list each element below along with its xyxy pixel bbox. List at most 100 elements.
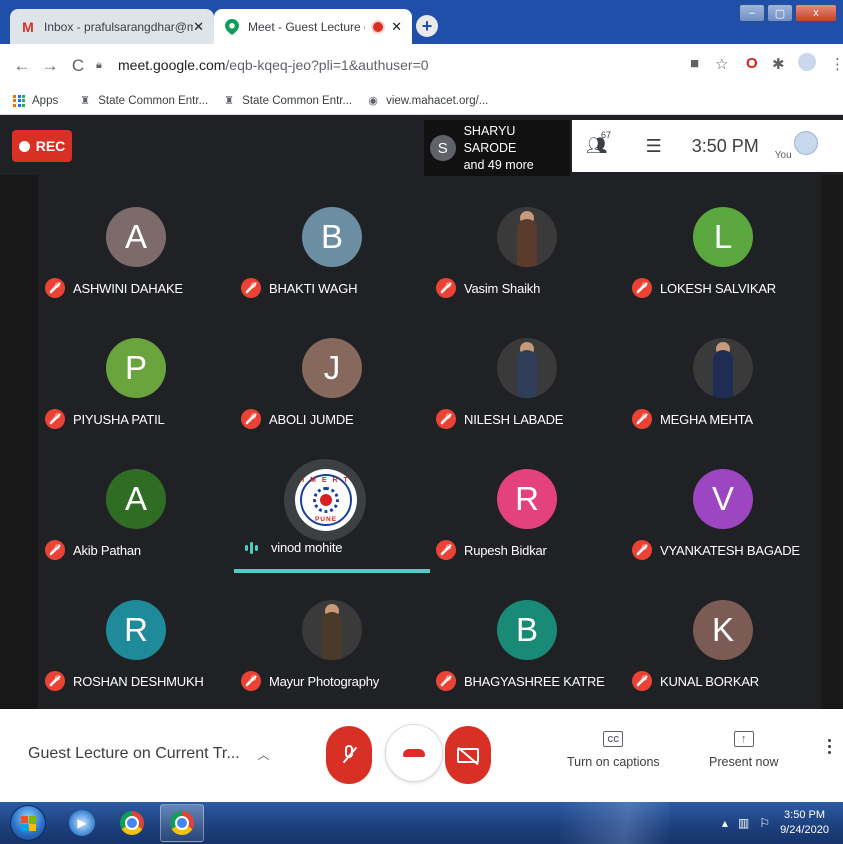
participant-tile[interactable]: P 🎤︎ PIYUSHA PATIL: [38, 311, 234, 442]
bookmarks-bar: Apps ♜ State Common Entr... ♜ State Comm…: [0, 87, 843, 115]
participant-tile[interactable]: A 🎤︎ ASHWINI DAHAKE: [38, 180, 234, 311]
windows-taskbar: ▶ ▴ ▥ ⚐ 3:50 PM 9/24/2020: [0, 802, 843, 844]
tab-gmail-inbox[interactable]: M Inbox - prafulsarangdhar@mmin ✕: [10, 9, 214, 44]
mic-muted-icon: 🎤︎: [632, 540, 652, 560]
meeting-details-button[interactable]: Guest Lecture on Current Tr... ︿: [28, 745, 270, 763]
avatar: L: [693, 207, 753, 267]
participant-name-row: 🎤︎ VYANKATESH BAGADE: [632, 540, 800, 560]
leave-call-button[interactable]: [385, 724, 443, 782]
participant-name-row: 🎤︎ Vasim Shaikh: [436, 278, 540, 298]
present-label: Present now: [709, 755, 779, 769]
network-icon[interactable]: ▥: [738, 816, 749, 830]
tab-close-icon[interactable]: ✕: [193, 19, 204, 35]
participant-name-row: 🎤︎ Rupesh Bidkar: [436, 540, 547, 560]
presenter-more: and 49 more: [463, 157, 534, 172]
participant-tile[interactable]: J 🎤︎ ABOLI JUMDE: [234, 311, 430, 442]
participant-name: NILESH LABADE: [464, 411, 564, 427]
participant-tile[interactable]: L 🎤︎ LOKESH SALVIKAR: [625, 180, 821, 311]
people-button[interactable]: 👥︎ 67: [586, 130, 611, 156]
tab-google-meet[interactable]: Meet - Guest Lecture on Cur ✕: [214, 9, 412, 44]
self-view[interactable]: You: [775, 131, 818, 161]
participant-count: 67: [601, 130, 612, 140]
participant-tile[interactable]: 🎤︎ Mayur Photography: [234, 573, 430, 704]
maximize-button[interactable]: ▢: [767, 4, 793, 22]
participant-tile[interactable]: I M E R T PUNE vinod mohite: [234, 442, 430, 573]
globe-icon: ◉: [368, 95, 378, 107]
bookmark-star-icon[interactable]: ☆: [715, 55, 728, 73]
captions-button[interactable]: CC Turn on captions: [567, 731, 660, 769]
reload-icon[interactable]: C: [64, 56, 92, 76]
participant-name-row: 🎤︎ ABOLI JUMDE: [241, 409, 354, 429]
address-bar[interactable]: 🔒︎ meet.google.com/eqb-kqeq-jeo?pli=1&au…: [96, 51, 736, 79]
more-options-icon[interactable]: [828, 739, 831, 754]
bookmark-state-common-entrance-2[interactable]: ♜ State Common Entr...: [222, 94, 352, 108]
new-tab-button[interactable]: +: [416, 15, 438, 37]
avatar: B: [497, 600, 557, 660]
taskbar-media-player[interactable]: ▶: [60, 804, 104, 842]
taskbar-chrome-1[interactable]: [110, 804, 154, 842]
participant-name: BHAGYASHREE KATRE: [464, 673, 605, 689]
chat-button[interactable]: ☰: [646, 136, 662, 157]
bookmark-apps[interactable]: Apps: [12, 94, 58, 108]
chrome-icon: [170, 811, 194, 835]
bookmark-label: State Common Entr...: [242, 94, 353, 107]
mic-muted-icon: 🎤︎: [632, 409, 652, 429]
meet-icon: [224, 18, 240, 35]
avatar: K: [693, 600, 753, 660]
mic-toggle-button[interactable]: [326, 726, 372, 784]
participant-name: vinod mohite: [271, 540, 343, 555]
right-margin: [821, 175, 843, 709]
avatar: [693, 338, 753, 398]
url-host: meet.google.com: [118, 57, 226, 73]
bookmark-mahacet[interactable]: ◉ view.mahacet.org/...: [366, 94, 488, 108]
tab-title: Inbox - prafulsarangdhar@mmin: [44, 19, 194, 34]
bookmark-state-common-entrance-1[interactable]: ♜ State Common Entr...: [78, 94, 208, 108]
action-center-icon[interactable]: ⚐: [759, 816, 770, 830]
recording-badge: REC: [12, 130, 72, 162]
camera-in-use-icon[interactable]: ■: [690, 55, 699, 72]
url-path: /eqb-kqeq-jeo?pli=1&authuser=0: [225, 57, 429, 73]
taskbar-time: 3:50 PM: [784, 809, 826, 821]
meet-stage: REC S SHARYU SARODE and 49 more 👥︎ 67 ☰ 3…: [0, 115, 843, 709]
participant-tile[interactable]: 🎤︎ Vasim Shaikh: [429, 180, 625, 311]
lock-icon: 🔒︎: [96, 59, 102, 71]
minimize-button[interactable]: –: [739, 4, 765, 22]
camera-toggle-button[interactable]: [445, 726, 491, 784]
participant-tile[interactable]: K 🎤︎ KUNAL BORKAR: [625, 573, 821, 704]
participant-name: Akib Pathan: [73, 542, 141, 558]
emblem-icon: ♜: [80, 95, 91, 107]
start-button[interactable]: [10, 805, 46, 841]
taskbar-glass-reflection: [560, 802, 670, 844]
mic-muted-icon: 🎤︎: [632, 671, 652, 691]
avatar: B: [302, 207, 362, 267]
present-now-button[interactable]: ↑ Present now: [709, 731, 778, 769]
menu-kebab-icon[interactable]: ⋮: [830, 55, 843, 73]
show-hidden-icons[interactable]: ▴: [722, 816, 728, 830]
meeting-clock: 3:50 PM: [691, 135, 759, 156]
participant-tile[interactable]: 🎤︎ NILESH LABADE: [429, 311, 625, 442]
profile-avatar-icon[interactable]: [798, 53, 816, 71]
participant-tile[interactable]: R 🎤︎ Rupesh Bidkar: [429, 442, 625, 573]
tab-close-icon[interactable]: ✕: [391, 19, 402, 35]
participant-tile[interactable]: R 🎤︎ ROSHAN DESHMUKH: [38, 573, 234, 704]
participant-tile[interactable]: V 🎤︎ VYANKATESH BAGADE: [625, 442, 821, 573]
participant-name: MEGHA MEHTA: [660, 411, 753, 427]
mic-muted-icon: 🎤︎: [45, 671, 65, 691]
puzzle-extension-icon[interactable]: ✱: [772, 55, 785, 73]
taskbar-chrome-2[interactable]: [160, 804, 204, 842]
participant-tile[interactable]: A 🎤︎ Akib Pathan: [38, 442, 234, 573]
present-icon: ↑: [733, 731, 754, 747]
presenter-chip[interactable]: S SHARYU SARODE and 49 more: [424, 120, 570, 176]
taskbar-clock[interactable]: 3:50 PM 9/24/2020: [780, 808, 829, 838]
avatar: [497, 207, 557, 267]
opera-extension-icon[interactable]: O: [746, 55, 758, 72]
apps-grid-icon: [12, 94, 26, 108]
participant-name-row: 🎤︎ BHAGYASHREE KATRE: [436, 671, 605, 691]
forward-arrow-icon[interactable]: →: [36, 56, 64, 76]
captions-label: Turn on captions: [567, 755, 660, 769]
back-arrow-icon[interactable]: ←: [8, 56, 36, 76]
close-window-button[interactable]: x: [795, 4, 837, 22]
participant-tile[interactable]: B 🎤︎ BHAKTI WAGH: [234, 180, 430, 311]
participant-tile[interactable]: 🎤︎ MEGHA MEHTA: [625, 311, 821, 442]
participant-tile[interactable]: B 🎤︎ BHAGYASHREE KATRE: [429, 573, 625, 704]
